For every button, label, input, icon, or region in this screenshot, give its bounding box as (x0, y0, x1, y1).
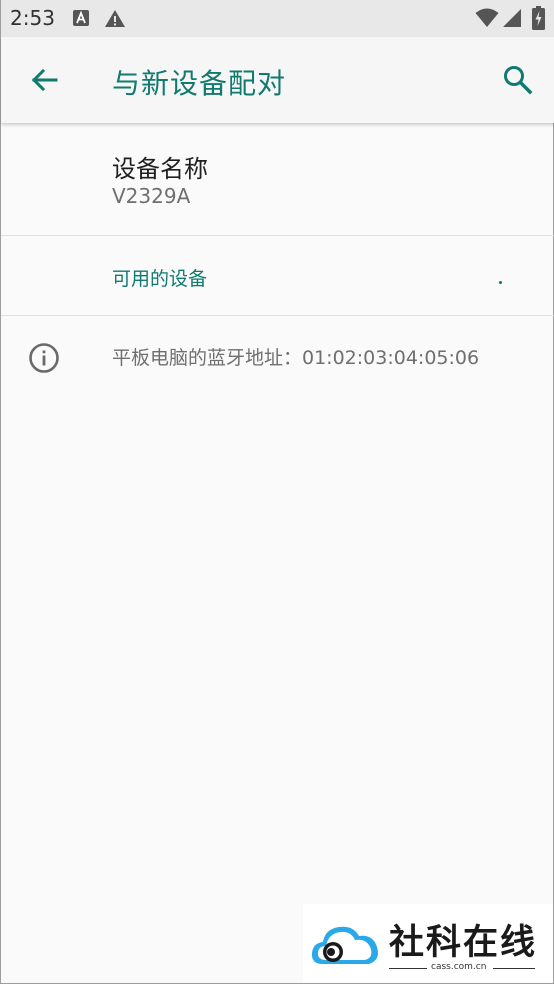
info-icon (29, 343, 59, 373)
watermark-rule (493, 968, 535, 969)
cloud-eye-logo-icon (311, 926, 378, 964)
wifi-icon (475, 8, 499, 27)
battery-charging-icon (532, 6, 545, 30)
signal-icon (503, 9, 521, 27)
watermark-domain: cass.com.cn (431, 962, 487, 972)
bluetooth-address-text: 平板电脑的蓝牙地址：01:02:03:04:05:06 (112, 347, 480, 369)
page-title: 与新设备配对 (112, 67, 287, 100)
warning-icon (105, 10, 125, 27)
back-arrow-icon[interactable] (27, 63, 61, 97)
search-icon[interactable] (501, 63, 535, 97)
a-notification-icon (73, 10, 89, 26)
watermark-name: 社科在线 (389, 922, 538, 963)
watermark: 社科在线 cass.com.cn (303, 904, 553, 982)
device-name-title: 设备名称 (112, 155, 208, 183)
watermark-rule (389, 968, 427, 969)
status-bar: 2:53 (1, 0, 554, 37)
device-name-row[interactable]: 设备名称 V2329A (1, 123, 554, 235)
scanning-progress-indicator (499, 281, 502, 284)
available-devices-header: 可用的设备 (112, 268, 208, 290)
device-name-value: V2329A (112, 184, 191, 208)
divider (1, 315, 554, 316)
status-time: 2:53 (10, 6, 55, 30)
app-bar: 与新设备配对 (1, 37, 554, 123)
divider (1, 235, 554, 236)
